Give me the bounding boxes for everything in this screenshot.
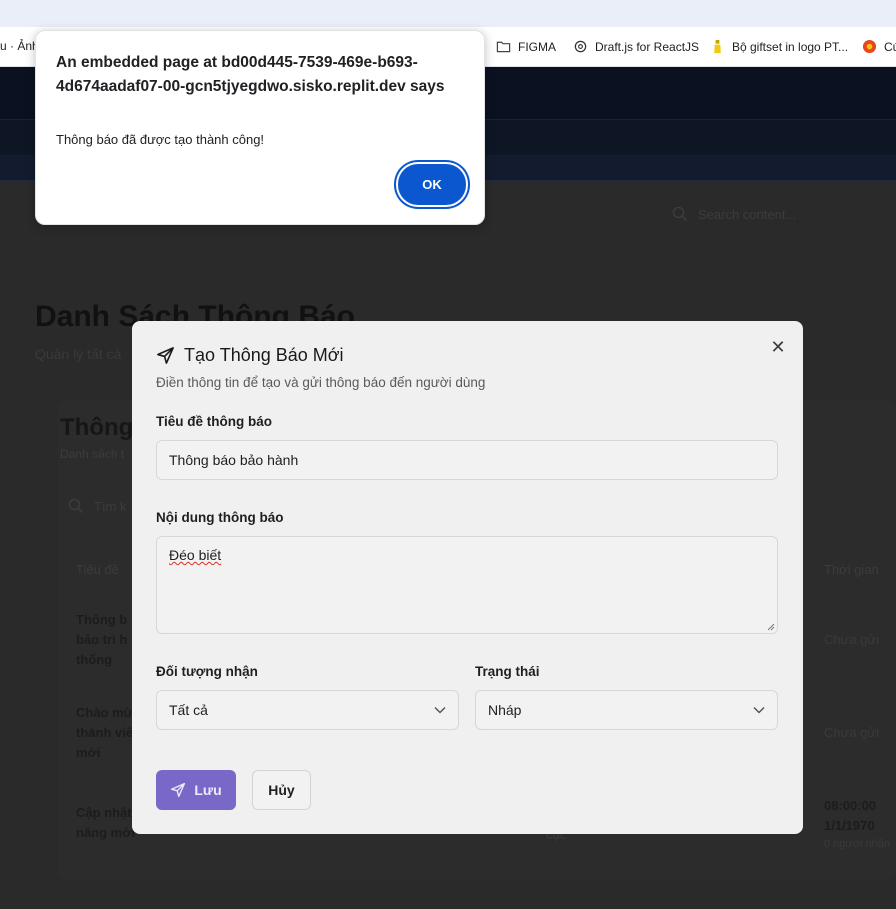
recipient-select[interactable]: Tất cả — [156, 690, 459, 730]
bookmark-giftset[interactable]: Bộ giftset in logo PT... — [710, 39, 848, 54]
close-icon[interactable]: ✕ — [767, 336, 789, 358]
alert-title: An embedded page at bd00d445-7539-469e-b… — [56, 54, 445, 95]
table-row-title[interactable]: Thông b bảo trì h thống — [76, 610, 127, 670]
save-button[interactable]: Lưu — [156, 770, 236, 810]
bookmark-draftjs[interactable]: Draft.js for ReactJS — [573, 39, 699, 54]
column-header-time: Thời gian — [824, 562, 879, 577]
folder-icon — [496, 41, 511, 53]
chevron-down-icon — [753, 706, 765, 714]
content-textarea[interactable]: Đéo biết — [156, 536, 778, 634]
table-search[interactable]: Tìm k — [68, 498, 127, 514]
table-row-recipients: 0 người nhận — [824, 838, 890, 850]
column-header-title: Tiêu đề — [76, 562, 119, 577]
bottle-icon — [714, 39, 721, 54]
status-select[interactable]: Nháp — [475, 690, 778, 730]
title-input[interactable] — [156, 440, 778, 480]
table-row-time: Chưa gửi — [824, 725, 879, 740]
site-icon — [862, 39, 877, 54]
bookmark-cu[interactable]: Cú — [862, 39, 896, 54]
table-row-title[interactable]: Chào mừ thành viê mới — [76, 703, 133, 763]
resize-grip-icon[interactable] — [767, 623, 775, 631]
browser-top-strip — [0, 0, 896, 27]
header-search[interactable]: Search content... — [672, 206, 796, 222]
content-field-label: Nội dung thông báo — [156, 510, 284, 525]
table-row-time: Chưa gửi — [824, 632, 879, 647]
title-field-label: Tiêu đề thông báo — [156, 414, 272, 429]
openai-icon — [574, 40, 587, 53]
table-row-title[interactable]: Cập nhật năng mới — [76, 803, 135, 843]
chevron-down-icon — [434, 706, 446, 714]
send-icon — [157, 347, 174, 364]
modal-title: Tạo Thông Báo Mới — [156, 345, 344, 366]
table-row-time: 08:00:00 1/1/1970 — [824, 798, 877, 833]
card-title: Thông — [60, 414, 134, 441]
send-icon — [171, 782, 186, 798]
bookmark-item[interactable]: u · Ảnh — [0, 39, 39, 53]
bookmark-folder-figma[interactable]: FIGMA — [496, 39, 556, 54]
alert-message: Thông báo đã được tạo thành công! — [56, 132, 265, 147]
status-field-label: Trạng thái — [475, 664, 540, 679]
search-icon — [68, 498, 84, 514]
recipient-field-label: Đối tượng nhận — [156, 664, 258, 679]
alert-ok-button[interactable]: OK — [398, 164, 466, 205]
modal-description: Điền thông tin để tạo và gửi thông báo đ… — [156, 375, 486, 390]
cancel-button[interactable]: Hủy — [252, 770, 311, 810]
card-subtitle: Danh sách t — [60, 447, 125, 461]
search-icon — [672, 206, 688, 222]
page-subtitle: Quản lý tất cả — [35, 346, 122, 362]
